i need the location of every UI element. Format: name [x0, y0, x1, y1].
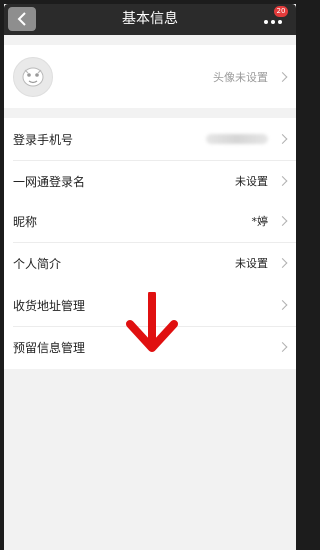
nickname-row[interactable]: 昵称 *婷: [4, 200, 296, 242]
nav-bar: 基本信息 20: [4, 4, 296, 35]
chevron-right-icon: [277, 71, 288, 82]
phone-value-redacted: [206, 134, 268, 144]
nickname-value: *婷: [251, 215, 269, 228]
nickname-label: 昵称: [13, 214, 38, 229]
chevron-right-icon: [277, 134, 288, 144]
page-title: 基本信息: [122, 11, 178, 27]
notification-badge: 20: [274, 6, 288, 17]
avatar-hint: 头像未设置: [213, 70, 268, 84]
empty-area: [4, 370, 296, 550]
down-arrow-annotation: [126, 292, 178, 352]
login-name-row[interactable]: 一网通登录名 未设置: [4, 160, 296, 202]
screen: 基本信息 20 头像未设置 登录手机号 一网通登录名 未设置 昵称 *婷 个人简…: [4, 4, 296, 550]
chevron-right-icon: [277, 258, 288, 268]
chevron-right-icon: [277, 216, 288, 226]
chevron-right-icon: [277, 300, 288, 310]
chevron-right-icon: [277, 176, 288, 186]
avatar-section: 头像未设置: [4, 45, 296, 108]
avatar: [13, 56, 53, 97]
login-name-label: 一网通登录名: [13, 174, 86, 189]
more-icon: [264, 20, 282, 24]
phone-row[interactable]: 登录手机号: [4, 118, 296, 160]
chevron-right-icon: [277, 342, 288, 352]
profile-section: 昵称 *婷 个人简介 未设置: [4, 200, 296, 284]
login-name-value: 未设置: [235, 175, 268, 188]
phone-label: 登录手机号: [13, 132, 74, 147]
bio-row[interactable]: 个人简介 未设置: [4, 242, 296, 284]
bio-value: 未设置: [235, 257, 268, 270]
bio-label: 个人简介: [13, 256, 62, 271]
avatar-placeholder-icon: [22, 67, 44, 86]
account-section: 登录手机号 一网通登录名 未设置: [4, 118, 296, 202]
avatar-row[interactable]: 头像未设置: [4, 45, 296, 108]
